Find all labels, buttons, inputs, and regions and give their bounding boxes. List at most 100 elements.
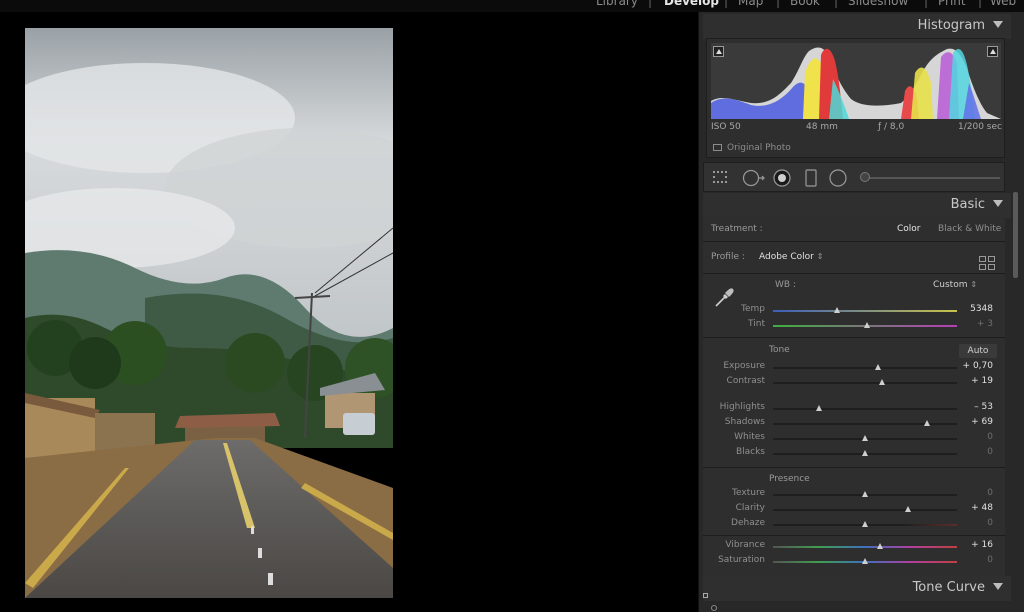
highlights-slider-track[interactable] [773,408,957,410]
auto-tone-button[interactable]: Auto [959,344,997,358]
clarity-value[interactable]: + 48 [953,503,993,513]
histogram-header[interactable]: Histogram [703,14,1011,39]
vibrance-slider-track[interactable] [773,546,957,548]
texture-slider-knob[interactable] [862,491,868,497]
iso-readout: ISO 50 [711,122,741,132]
blacks-label: Blacks [735,447,765,457]
texture-value[interactable]: 0 [953,488,993,498]
profile-value: Adobe Color [759,252,814,262]
shutter-readout: 1/200 sec [958,122,1002,132]
tint-label: Tint [748,319,765,329]
tint-slider-knob[interactable] [863,322,870,328]
blacks-slider-knob[interactable] [862,450,868,456]
contrast-label: Contrast [726,376,765,386]
whites-slider-knob[interactable] [862,435,868,441]
exposure-value[interactable]: + 0,70 [953,361,993,371]
exposure-slider-track[interactable] [773,367,957,369]
module-slideshow[interactable]: Slideshow [848,0,908,8]
vibrance-label: Vibrance [725,540,765,550]
treatment-color-option[interactable]: Color [897,224,921,234]
right-panel: Histogram ISO 50 48 mm ƒ / 8,0 1/200 sec [698,12,1024,612]
basic-panel: Treatment : Color Black & White Profile … [703,217,1005,579]
aperture-readout: ƒ / 8,0 [878,122,905,132]
collapse-triangle-icon[interactable] [993,583,1003,590]
wb-select[interactable]: Custom ⇕ [933,280,977,290]
profile-browser-icon[interactable] [979,256,995,270]
whites-label: Whites [734,432,765,442]
whites-value[interactable]: 0 [953,432,993,442]
texture-label: Texture [732,488,765,498]
radial-filter-icon[interactable] [828,168,848,188]
clarity-slider-track[interactable] [773,509,957,511]
original-photo-label: Original Photo [727,143,791,153]
treatment-bw-option[interactable]: Black & White [938,224,1001,234]
contrast-value[interactable]: + 19 [953,376,993,386]
dehaze-label: Dehaze [731,518,765,528]
shadow-clipping-icon[interactable] [713,46,724,57]
tone-curve-title: Tone Curve [912,580,985,595]
vibrance-slider-knob[interactable] [876,543,883,549]
profile-label: Profile : [711,252,745,262]
histogram-graph[interactable] [711,43,1001,120]
treatment-label: Treatment : [711,224,763,234]
module-develop[interactable]: Develop [664,0,719,8]
checkbox-icon[interactable] [713,144,722,151]
collapse-triangle-icon[interactable] [993,21,1003,28]
dehaze-value[interactable]: 0 [953,518,993,528]
highlights-slider-knob[interactable] [816,405,822,411]
module-map[interactable]: Map [738,0,763,8]
graduated-filter-icon[interactable] [804,168,818,188]
tint-value[interactable]: + 3 [953,319,993,329]
photo-road-landscape[interactable] [25,28,393,598]
original-photo-toggle[interactable]: Original Photo [713,143,791,153]
basic-title: Basic [950,197,985,212]
tool-slider-knob[interactable] [860,172,870,182]
tone-section-label: Tone [769,345,790,355]
saturation-label: Saturation [718,555,765,565]
stepper-icon: ⇕ [970,280,978,289]
shadows-label: Shadows [724,417,765,427]
panel-scrollbar[interactable] [1013,192,1018,278]
module-book[interactable]: Book [790,0,820,8]
presence-section-label: Presence [769,474,810,484]
shadows-slider-knob[interactable] [923,420,930,426]
wb-value: Custom [933,280,968,290]
next-panel-icon[interactable] [711,605,717,611]
profile-select[interactable]: Adobe Color ⇕ [759,252,823,262]
module-web[interactable]: Web [990,0,1016,8]
temp-label: Temp [741,304,765,314]
shadows-value[interactable]: + 69 [953,417,993,427]
tone-curve-header[interactable]: Tone Curve [703,576,1011,601]
spot-removal-icon[interactable] [742,168,766,188]
basic-header[interactable]: Basic [703,193,1011,218]
photo-canvas[interactable] [0,12,698,612]
blacks-value[interactable]: 0 [953,447,993,457]
wb-label: WB : [775,280,796,290]
highlights-value[interactable]: – 53 [953,402,993,412]
collapse-triangle-icon[interactable] [993,200,1003,207]
highlight-clipping-icon[interactable] [987,46,998,57]
tool-slider-track[interactable] [864,177,1000,179]
red-eye-icon[interactable] [772,168,792,188]
panel-toggle-icon[interactable] [703,593,708,598]
clarity-label: Clarity [735,503,765,513]
saturation-value[interactable]: 0 [953,555,993,565]
module-print[interactable]: Print [938,0,966,8]
module-library[interactable]: Library [596,0,638,8]
saturation-slider-knob[interactable] [862,558,868,564]
focal-length-readout: 48 mm [806,122,838,132]
temp-slider-knob[interactable] [834,307,841,313]
temp-value[interactable]: 5348 [953,304,993,314]
exposure-label: Exposure [723,361,765,371]
module-bar: Library | Develop | Map | Book | Slidesh… [0,0,1024,12]
exposure-slider-knob[interactable] [874,364,881,370]
histogram-title: Histogram [917,18,985,33]
tool-strip [703,162,1005,192]
vibrance-value[interactable]: + 16 [953,540,993,550]
temp-slider-track[interactable] [773,310,957,312]
contrast-slider-track[interactable] [773,382,957,384]
crop-overlay-icon[interactable] [712,168,732,188]
contrast-slider-knob[interactable] [879,379,886,385]
clarity-slider-knob[interactable] [905,506,912,512]
dehaze-slider-knob[interactable] [862,521,868,527]
